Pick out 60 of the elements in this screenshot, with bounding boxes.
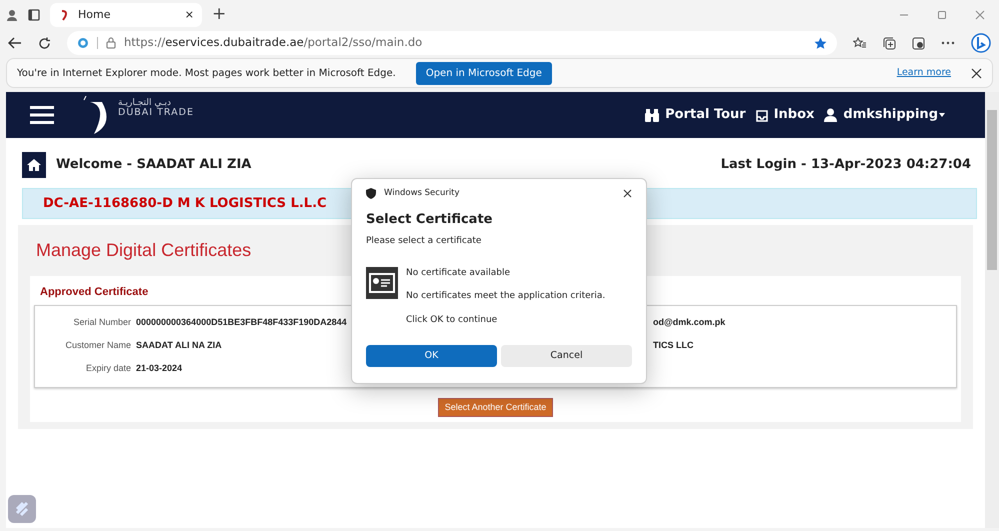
- restore-icon[interactable]: [937, 10, 947, 20]
- lock-icon[interactable]: [106, 37, 116, 49]
- shield-icon: [366, 188, 376, 199]
- favorites-icon[interactable]: [853, 36, 867, 50]
- logo-arabic-text: دبـي التجـاريـة: [118, 98, 172, 108]
- section-heading: Approved Certificate: [40, 285, 148, 300]
- close-tab-button[interactable]: ×: [184, 6, 194, 24]
- field-label: Expiry date: [84, 362, 132, 376]
- field-value: TICS LLC: [653, 339, 694, 352]
- field-value: SAADAT ALI NA ZIA: [136, 339, 222, 352]
- tab-title: Home: [78, 6, 112, 23]
- dialog-prompt: Please select a certificate: [366, 235, 482, 248]
- company-name: DC-AE-1168680-D M K LOGISTICS L.L.C: [43, 194, 327, 213]
- field-label: Customer Name: [64, 339, 132, 352]
- field-value: 000000000364000D51BE3FBF48F433F190DA2844: [136, 316, 347, 330]
- binoculars-icon: [645, 108, 660, 122]
- close-icon[interactable]: [971, 68, 982, 78]
- nav-link[interactable]: Portal Tour: [635, 105, 746, 125]
- menu-icon[interactable]: [30, 105, 54, 125]
- address-bar[interactable]: https://eservices.dubaitrade.ae/portal2/sso/main.do: [67, 31, 837, 55]
- last-login-text: Last Login - 13-Apr-2023 04:27:04: [720, 156, 971, 174]
- ie-mode-message: You're in Internet Explorer mode. Most pages work better in Microsoft Edge.: [17, 66, 396, 80]
- back-icon[interactable]: [8, 37, 22, 49]
- new-tab-button[interactable]: +: [212, 2, 226, 28]
- ok-button[interactable]: OK: [366, 345, 497, 368]
- ie-reload-icon[interactable]: [912, 36, 925, 50]
- nav-link[interactable]: Inbox: [746, 105, 814, 125]
- favorite-star-icon[interactable]: [814, 36, 827, 50]
- scrollbar[interactable]: [985, 92, 999, 528]
- nav-link[interactable]: dmkshipping: [814, 105, 945, 125]
- field-value: od@dmk.com.pk: [653, 316, 726, 330]
- cancel-button[interactable]: Cancel: [501, 345, 632, 368]
- browser-tab[interactable]: Home ×: [50, 3, 202, 27]
- dialog-app-name: Windows Security: [384, 187, 460, 200]
- profile-icon[interactable]: [6, 9, 18, 21]
- field-value: 21-03-2024: [136, 362, 182, 376]
- open-in-edge-button[interactable]: Open in Microsoft Edge: [416, 62, 552, 84]
- certificate-icon: [366, 266, 398, 299]
- collections-icon[interactable]: [883, 36, 896, 50]
- copilot-icon[interactable]: [971, 33, 991, 53]
- select-another-certificate-button[interactable]: Select Another Certificate: [438, 398, 554, 417]
- tab-actions-icon[interactable]: [28, 9, 40, 21]
- dialog-message: No certificate available: [406, 266, 511, 280]
- user-icon: [824, 108, 838, 122]
- more-icon[interactable]: [941, 41, 955, 45]
- refresh-icon[interactable]: [38, 36, 51, 50]
- caret-icon: [939, 113, 945, 117]
- url-text: https://eservices.dubaitrade.ae/portal2/sso/main.do: [124, 34, 424, 52]
- field-label: Serial Number: [72, 316, 132, 330]
- dialog-message: Click OK to continue: [406, 314, 498, 327]
- learn-more-link[interactable]: Learn more: [896, 66, 951, 80]
- dialog-message: No certificates meet the application criteria.: [406, 290, 606, 304]
- inbox-icon: [756, 108, 768, 122]
- logo-text: DUBAI TRADE: [118, 108, 194, 118]
- home-icon[interactable]: [22, 152, 46, 178]
- panel-title: Manage Digital Certificates: [36, 239, 252, 262]
- close-window-icon[interactable]: [975, 10, 985, 20]
- welcome-text: Welcome - SAADAT ALI ZIA: [56, 156, 252, 174]
- dialog-title: Select Certificate: [366, 210, 494, 229]
- ie-mode-icon[interactable]: [77, 37, 89, 49]
